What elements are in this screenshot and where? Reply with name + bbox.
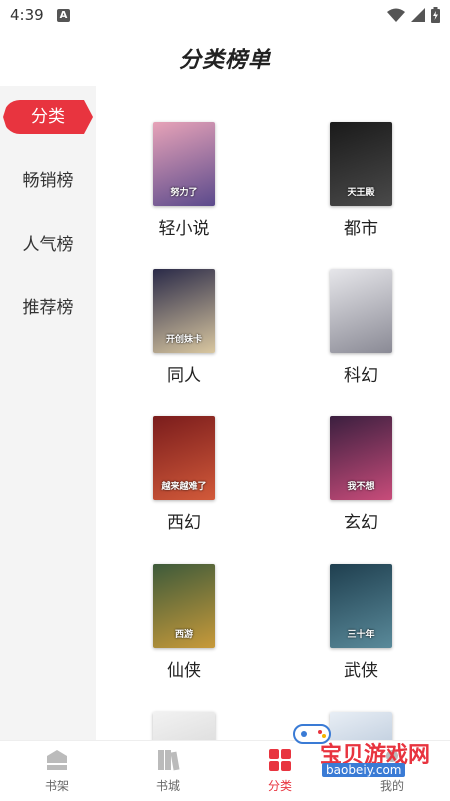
bookshelf-icon (44, 747, 70, 773)
category-cover: 天王殿 (330, 122, 392, 206)
nav-bookshelf[interactable]: 书架 (17, 747, 97, 794)
watermark-url: baobeiy.com (322, 763, 406, 777)
status-bar: 4:39 A (0, 0, 450, 32)
cover-title: 西游 (174, 630, 193, 640)
watermark-logo: 宝贝游戏网 baobeiy.com (293, 724, 450, 783)
category-item[interactable]: 努力了 轻小说 (124, 122, 244, 239)
category-item[interactable]: 西游 仙侠 (124, 564, 244, 681)
cover-title: 开创妹卡 (165, 335, 202, 345)
sidebar-item-recommended[interactable]: 推荐榜 (0, 291, 96, 325)
cover-title: 越来越难了 (161, 482, 207, 492)
wifi-icon (387, 8, 405, 22)
nav-bookstore[interactable]: 书城 (128, 747, 208, 794)
category-cover: 越来越难了 (153, 416, 215, 500)
category-cover (153, 712, 215, 740)
cover-title: 三十年 (347, 630, 375, 640)
sidebar-item-popular[interactable]: 人气榜 (0, 228, 96, 262)
bookstore-icon (155, 747, 181, 773)
nav-label: 书架 (44, 779, 69, 793)
category-name: 玄幻 (344, 513, 378, 533)
category-cover (330, 269, 392, 353)
category-cover: 努力了 (153, 122, 215, 206)
category-cover: 开创妹卡 (153, 269, 215, 353)
status-icons (387, 7, 440, 23)
cover-title: 努力了 (170, 188, 198, 198)
category-cover: 我不想 (330, 416, 392, 500)
category-item[interactable]: 天王殿 都市 (301, 122, 421, 239)
category-name: 西幻 (167, 513, 201, 533)
category-name: 科幻 (344, 366, 378, 386)
category-name: 仙侠 (167, 661, 201, 681)
category-icon (267, 747, 293, 773)
page-title: 分类榜单 (178, 48, 271, 73)
category-item[interactable] (124, 712, 244, 740)
sidebar-item-category[interactable]: 分类 (0, 100, 96, 134)
category-cover: 西游 (153, 564, 215, 648)
cover-title: 天王殿 (347, 188, 375, 198)
category-name: 同人 (167, 366, 201, 386)
nav-label: 书城 (155, 779, 180, 793)
sidebar-item-label: 畅销榜 (22, 171, 74, 191)
battery-icon (431, 7, 440, 23)
category-item[interactable]: 开创妹卡 同人 (124, 269, 244, 386)
sidebar: 分类 畅销榜 人气榜 推荐榜 (0, 86, 96, 740)
category-item[interactable]: 科幻 (301, 269, 421, 386)
sidebar-item-label: 分类 (31, 107, 65, 127)
notification-badge: A (57, 9, 70, 22)
category-item[interactable]: 我不想 玄幻 (301, 416, 421, 533)
sidebar-item-label: 推荐榜 (22, 298, 74, 318)
category-cover: 三十年 (330, 564, 392, 648)
status-time: 4:39 (10, 6, 44, 24)
cover-title: 我不想 (347, 482, 375, 492)
category-item[interactable]: 三十年 武侠 (301, 564, 421, 681)
category-name: 轻小说 (158, 219, 210, 239)
category-item[interactable]: 越来越难了 西幻 (124, 416, 244, 533)
category-grid: 努力了 轻小说 天王殿 都市 开创妹卡 同人 科幻 越来越难了 西幻 我不想 玄… (96, 86, 450, 740)
category-name: 都市 (344, 219, 378, 239)
signal-icon (411, 8, 425, 22)
sidebar-item-bestseller[interactable]: 畅销榜 (0, 164, 96, 198)
category-name: 武侠 (344, 661, 378, 681)
sidebar-item-label: 人气榜 (22, 235, 74, 255)
